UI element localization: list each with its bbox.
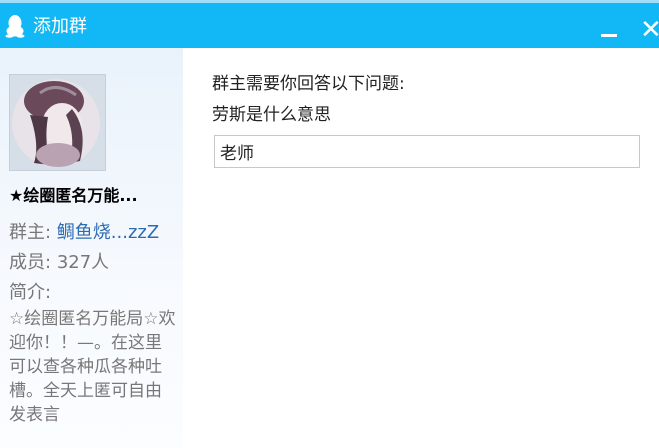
members-value: 327人 [56,252,110,273]
intro-label: 简介: [9,282,52,303]
qq-penguin-icon [5,15,25,38]
group-name: ★绘圈匿名万能... [9,186,138,205]
title-bar: 添加群 ✕ [0,0,659,48]
owner-name-link[interactable]: 鲷鱼烧...zzZ [57,222,159,243]
group-avatar[interactable] [9,74,106,171]
owner-row: 群主: 鲷鱼烧...zzZ [9,218,159,244]
window-title: 添加群 [33,16,87,37]
question-text: 劳斯是什么意思 [212,105,331,125]
question-header: 群主需要你回答以下问题: [212,74,405,94]
close-button[interactable]: ✕ [640,17,659,43]
members-label: 成员: [9,252,52,273]
minimize-button[interactable] [596,17,622,43]
minimize-icon [601,34,617,37]
members-row: 成员: 327人 [9,248,109,274]
intro-text: ☆绘圈匿名万能局☆欢迎你！！—。在这里可以查各种瓜各种吐槽。全天上匿可自由发表言 [9,309,176,425]
question-panel: 群主需要你回答以下问题: 劳斯是什么意思 [183,48,659,448]
owner-label: 群主: [9,222,52,243]
avatar-image [10,75,105,170]
answer-input[interactable] [214,135,640,168]
group-info-sidebar: ★绘圈匿名万能... 群主: 鲷鱼烧...zzZ 成员: 327人 简介: ☆绘… [0,48,183,448]
